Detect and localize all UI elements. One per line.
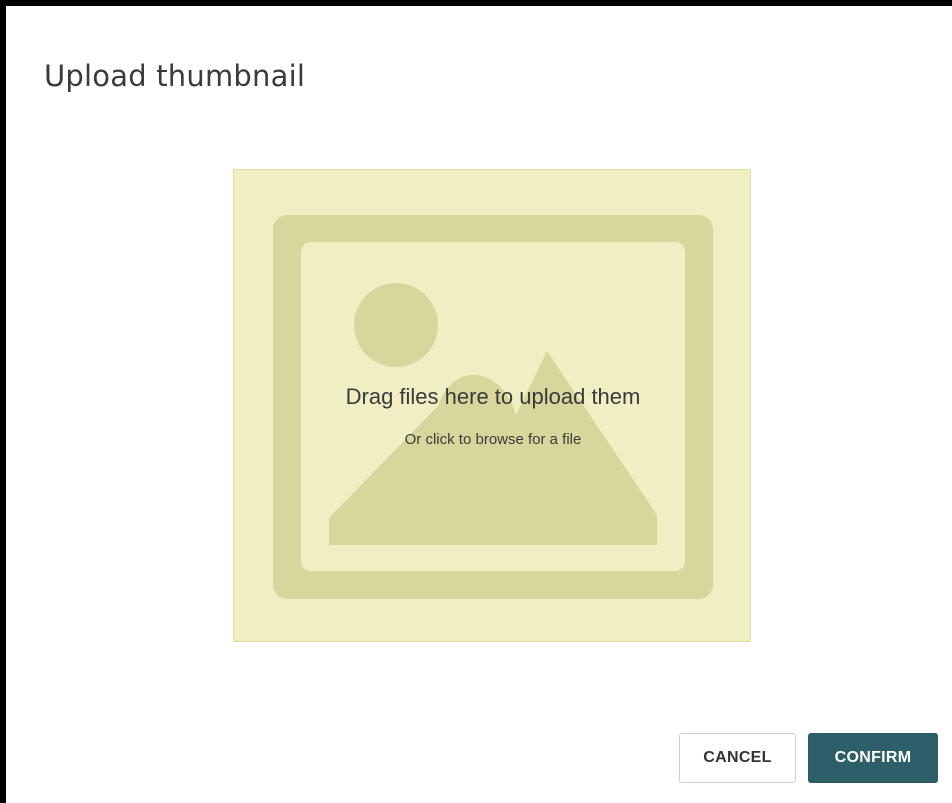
browse-file-link[interactable]: Or click to browse for a file (234, 429, 752, 451)
cancel-button[interactable]: CANCEL (679, 733, 796, 783)
dropzone-primary-text: Drag files here to upload them (345, 384, 641, 409)
confirm-button[interactable]: CONFIRM (808, 733, 938, 783)
upload-thumbnail-dialog: Upload thumbnail Drag files here to uplo… (0, 0, 952, 803)
dialog-title: Upload thumbnail (44, 59, 306, 93)
file-dropzone[interactable]: Drag files here to upload them Or click … (233, 169, 751, 642)
